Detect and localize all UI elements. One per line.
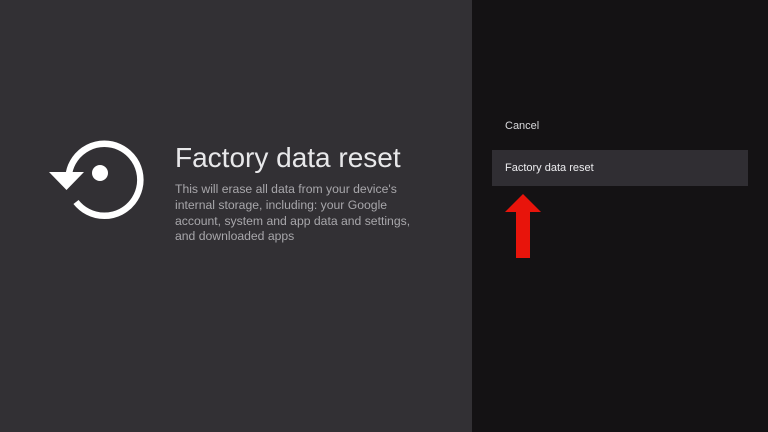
restore-icon bbox=[49, 140, 144, 220]
red-up-arrow-icon bbox=[505, 194, 541, 258]
page-description: This will erase all data from your devic… bbox=[175, 182, 411, 244]
page-title: Factory data reset bbox=[175, 142, 401, 173]
info-panel: Factory data reset This will erase all d… bbox=[0, 0, 472, 432]
factory-reset-button[interactable]: Factory data reset bbox=[492, 150, 748, 186]
factory-reset-button-label: Factory data reset bbox=[505, 162, 594, 174]
cancel-button-label: Cancel bbox=[505, 120, 540, 132]
factory-reset-screen: Factory data reset This will erase all d… bbox=[0, 0, 768, 432]
cancel-button[interactable]: Cancel bbox=[492, 108, 748, 144]
